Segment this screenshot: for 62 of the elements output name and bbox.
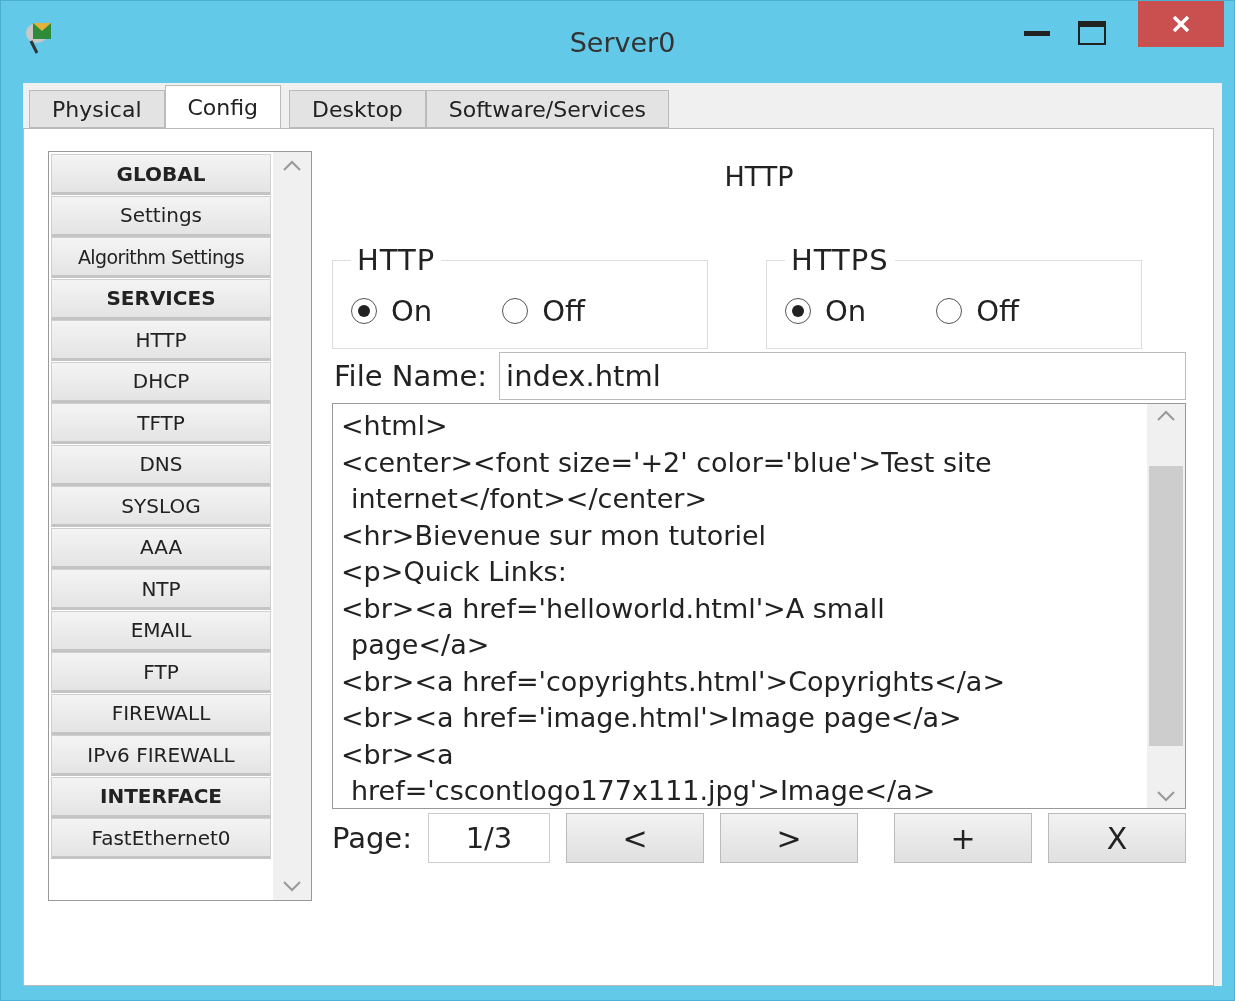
tab[interactable]: Config bbox=[164, 85, 282, 128]
section-header[interactable]: GLOBAL bbox=[51, 154, 271, 195]
tab[interactable]: Desktop bbox=[289, 90, 426, 128]
radio-icon[interactable] bbox=[502, 297, 529, 324]
radio-icon[interactable] bbox=[351, 297, 377, 324]
sidebar-item[interactable]: HTTP bbox=[51, 320, 271, 361]
sidebar-item[interactable]: FastEthernet0 bbox=[51, 818, 271, 859]
sidebar-item[interactable]: Algorithm Settings bbox=[51, 237, 271, 278]
section-header[interactable]: INTERFACE bbox=[51, 776, 271, 818]
tab[interactable]: Software/Services bbox=[425, 90, 669, 128]
radio-option[interactable]: Off bbox=[936, 293, 1020, 328]
section-header[interactable]: SERVICES bbox=[51, 278, 271, 320]
radio-label: Off bbox=[542, 293, 586, 328]
code-line: <br><a bbox=[341, 737, 455, 772]
code-line: href='cscontlogo177x111.jpg'>Image</a> bbox=[350, 774, 937, 808]
code-line: <center><font size='+2' color='blue'>Test site bbox=[341, 445, 993, 480]
group-title: HTTP bbox=[356, 243, 437, 277]
pager-button[interactable]: < bbox=[566, 813, 704, 863]
radio-label: Off bbox=[976, 293, 1020, 328]
sidebar-item[interactable]: AAA bbox=[51, 527, 271, 569]
page-label: Page: bbox=[332, 821, 412, 855]
close-button[interactable] bbox=[1138, 1, 1224, 47]
sidebar-item[interactable]: EMAIL bbox=[51, 610, 271, 652]
radio-label: On bbox=[825, 293, 867, 328]
sidebar-item[interactable]: TFTP bbox=[51, 403, 271, 444]
sidebar-item[interactable]: Settings bbox=[51, 195, 271, 237]
sidebar-item[interactable]: FIREWALL bbox=[51, 693, 271, 735]
radio-option[interactable]: On bbox=[351, 293, 433, 328]
code-line: <br><a href='helloworld.html'>A small bbox=[341, 591, 886, 626]
panel-title: HTTP bbox=[723, 161, 795, 194]
radio-option[interactable]: Off bbox=[502, 293, 586, 328]
radio-option[interactable]: On bbox=[785, 293, 867, 328]
field-label: File Name: bbox=[333, 359, 489, 393]
pager-button[interactable]: > bbox=[720, 813, 858, 863]
code-line: <hr>Bievenue sur mon tutoriel bbox=[341, 518, 767, 553]
close-icon bbox=[1171, 14, 1191, 34]
sidebar-item[interactable]: SYSLOG bbox=[51, 486, 271, 527]
sidebar-item[interactable]: NTP bbox=[51, 569, 271, 610]
tab[interactable]: Physical bbox=[29, 90, 165, 128]
pager-button[interactable]: X bbox=[1048, 813, 1186, 863]
code-line: page</a> bbox=[350, 628, 491, 662]
sidebar-item[interactable]: DHCP bbox=[51, 361, 271, 403]
scrollbar-thumb[interactable] bbox=[1149, 466, 1183, 746]
code-line: internet</font></center> bbox=[350, 482, 709, 516]
group-title: HTTPS bbox=[790, 243, 890, 277]
code-editor[interactable] bbox=[332, 403, 1186, 809]
window-title: Server0 bbox=[569, 27, 676, 58]
minimize-icon[interactable] bbox=[1024, 31, 1050, 37]
file-name-field[interactable]: index.html bbox=[499, 352, 1186, 400]
sidebar-item[interactable]: DNS bbox=[51, 444, 271, 486]
pager-button[interactable]: + bbox=[894, 813, 1032, 863]
sidebar-item[interactable]: IPv6 FIREWALL bbox=[51, 735, 271, 776]
sidebar-item[interactable]: FTP bbox=[51, 652, 271, 693]
code-line: <html> bbox=[341, 409, 449, 443]
radio-icon[interactable] bbox=[785, 297, 811, 324]
code-line: <p>Quick Links: bbox=[341, 555, 568, 589]
code-line: <br><a href='copyrights.html'>Copyrights</a> bbox=[341, 664, 1007, 699]
code-line: <br><a href='image.html'>Image page</a> bbox=[341, 701, 963, 735]
maximize-icon[interactable] bbox=[1078, 21, 1106, 45]
radio-label: On bbox=[391, 293, 433, 328]
radio-icon[interactable] bbox=[936, 297, 963, 324]
page-number-field[interactable]: 1/3 bbox=[428, 813, 550, 863]
